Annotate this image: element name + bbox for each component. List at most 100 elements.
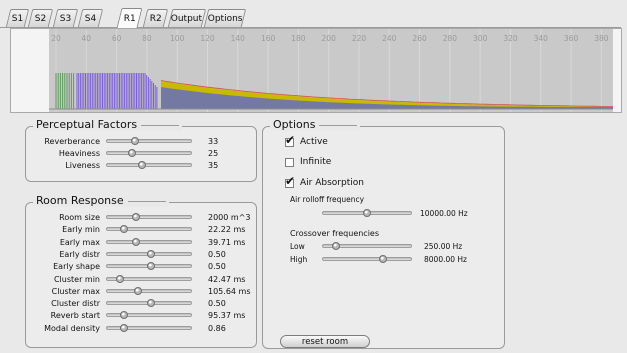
tab-label: R1 bbox=[123, 13, 136, 24]
cluster-max-label: Cluster max bbox=[51, 286, 100, 296]
tab-r1[interactable]: R1 bbox=[116, 8, 143, 28]
modal-density-slider[interactable] bbox=[106, 323, 192, 332]
slider-knob[interactable] bbox=[119, 311, 128, 320]
crossover-label: Crossover frequencies bbox=[290, 229, 380, 238]
crossover-high-slider[interactable] bbox=[322, 255, 412, 263]
air-rolloff-slider[interactable] bbox=[322, 209, 412, 217]
slider-knob[interactable] bbox=[130, 137, 139, 145]
slider-knob[interactable] bbox=[128, 149, 137, 157]
heaviness-slider[interactable] bbox=[106, 149, 192, 157]
air-rolloff-row: 10000.00 Hz bbox=[290, 208, 500, 219]
room-row: Cluster min 42.47 ms bbox=[34, 274, 254, 285]
tab-s4[interactable]: S4 bbox=[77, 9, 104, 27]
slider-knob[interactable] bbox=[132, 237, 141, 246]
room-row: Early min 22.22 ms bbox=[34, 224, 254, 235]
crossover-low-label: Low bbox=[290, 242, 305, 251]
tab-label: Output bbox=[171, 13, 203, 24]
early-distr-label: Early distr bbox=[59, 249, 100, 259]
tab-label: S3 bbox=[59, 13, 72, 24]
tab-output[interactable]: Output bbox=[167, 9, 207, 27]
room-row: Cluster max 105.64 ms bbox=[34, 286, 254, 297]
early-max-value: 39.71 ms bbox=[208, 237, 246, 247]
slider-knob[interactable] bbox=[146, 249, 155, 258]
modal-density-label: Modal density bbox=[44, 323, 100, 333]
tab-s3[interactable]: S3 bbox=[52, 9, 79, 27]
crossover-low-value: 250.00 Hz bbox=[424, 242, 463, 251]
liveness-slider[interactable] bbox=[106, 161, 192, 169]
slider-knob[interactable] bbox=[134, 286, 143, 295]
early-distr-slider[interactable] bbox=[106, 249, 192, 258]
perceptual-row: Liveness 35 bbox=[34, 160, 254, 171]
slider-knob[interactable] bbox=[332, 242, 341, 250]
axis-tick-label: 340 bbox=[534, 34, 549, 43]
tab-label: R2 bbox=[149, 13, 162, 24]
early-shape-slider[interactable] bbox=[106, 262, 192, 271]
room-response-group: Room Response Room size 2000 m^3 Early min… bbox=[25, 194, 257, 348]
reverb-start-slider[interactable] bbox=[106, 311, 192, 320]
room-size-label: Room size bbox=[59, 213, 100, 222]
axis-tick-label: 220 bbox=[352, 34, 367, 43]
room-row: Early max 39.71 ms bbox=[34, 237, 254, 248]
cluster-max-slider[interactable] bbox=[106, 286, 192, 295]
reverberance-value: 33 bbox=[208, 137, 219, 146]
reverb-start-value: 95.37 ms bbox=[208, 311, 246, 321]
heaviness-value: 25 bbox=[208, 149, 219, 158]
room-row: Early distr 0.50 bbox=[34, 249, 254, 260]
slider-knob[interactable] bbox=[116, 274, 125, 283]
cluster-min-value: 42.47 ms bbox=[208, 274, 246, 284]
tab-label: Options bbox=[207, 13, 243, 24]
perceptual-row: Heaviness 25 bbox=[34, 148, 254, 159]
air-absorption-checkbox-box[interactable] bbox=[285, 174, 295, 188]
active-checkbox[interactable]: Active bbox=[285, 133, 328, 147]
axis-tick-label: 160 bbox=[261, 34, 276, 43]
reverberance-slider[interactable] bbox=[106, 137, 192, 145]
active-checkbox-label: Active bbox=[300, 137, 328, 147]
infinite-checkbox-box[interactable] bbox=[285, 157, 294, 167]
cluster-min-slider[interactable] bbox=[106, 274, 192, 283]
slider-knob[interactable] bbox=[119, 225, 128, 234]
slider-knob[interactable] bbox=[146, 262, 155, 271]
cluster-distr-slider[interactable] bbox=[106, 299, 192, 308]
early-max-slider[interactable] bbox=[106, 237, 192, 246]
early-min-slider[interactable] bbox=[106, 225, 192, 234]
tab-r2[interactable]: R2 bbox=[142, 9, 169, 27]
tab-bar: S1 S2 S3 S4 R1 R2 Output Options bbox=[0, 0, 627, 28]
tab-s2[interactable]: S2 bbox=[27, 9, 54, 27]
crossover-high-value: 8000.00 Hz bbox=[424, 255, 467, 264]
crossover-low-slider[interactable] bbox=[322, 242, 412, 250]
slider-knob[interactable] bbox=[119, 323, 128, 332]
slider-knob[interactable] bbox=[378, 255, 387, 263]
perceptual-factors-group: Perceptual Factors Reverberance 33 Heavine… bbox=[25, 118, 257, 182]
tab-label: S1 bbox=[11, 13, 24, 24]
slider-knob[interactable] bbox=[363, 209, 371, 217]
air-rolloff-label: Air rolloff frequency bbox=[290, 195, 365, 204]
early-shape-label: Early shape bbox=[53, 262, 100, 272]
impulse-response-graph: 20 40 60 80 100 120 140 160 180 200 220 240 260 280 30… bbox=[10, 28, 622, 113]
room-row: Cluster distr 0.50 bbox=[34, 298, 254, 309]
room-row: Early shape 0.50 bbox=[34, 261, 254, 272]
slider-knob[interactable] bbox=[132, 213, 141, 221]
reverberance-label: Reverberance bbox=[44, 137, 100, 146]
cluster-min-label: Cluster min bbox=[53, 274, 100, 284]
infinite-checkbox[interactable]: Infinite bbox=[285, 157, 331, 167]
perceptual-row: Reverberance 33 bbox=[34, 136, 254, 147]
room-size-slider[interactable] bbox=[106, 213, 192, 221]
liveness-label: Liveness bbox=[65, 161, 100, 170]
options-title: Options bbox=[270, 118, 361, 131]
slider-knob[interactable] bbox=[138, 161, 147, 169]
tab-s1[interactable]: S1 bbox=[5, 9, 30, 27]
axis-tick-label: 100 bbox=[170, 34, 185, 43]
slider-knob[interactable] bbox=[146, 299, 155, 308]
tab-options[interactable]: Options bbox=[203, 9, 247, 27]
axis-tick-label: 140 bbox=[231, 34, 246, 43]
axis-tick-label: 180 bbox=[291, 34, 306, 43]
axis-tick-label: 380 bbox=[594, 34, 609, 43]
perceptual-factors-title: Perceptual Factors bbox=[33, 118, 183, 131]
reverb-start-label: Reverb start bbox=[50, 311, 100, 321]
early-distr-value: 0.50 bbox=[208, 249, 226, 259]
axis-tick-label: 60 bbox=[112, 34, 122, 43]
air-absorption-checkbox[interactable]: Air Absorption bbox=[285, 174, 364, 188]
reset-room-button[interactable]: reset room bbox=[280, 335, 370, 348]
active-checkbox-box[interactable] bbox=[285, 133, 295, 147]
tab-label: S2 bbox=[34, 13, 47, 24]
